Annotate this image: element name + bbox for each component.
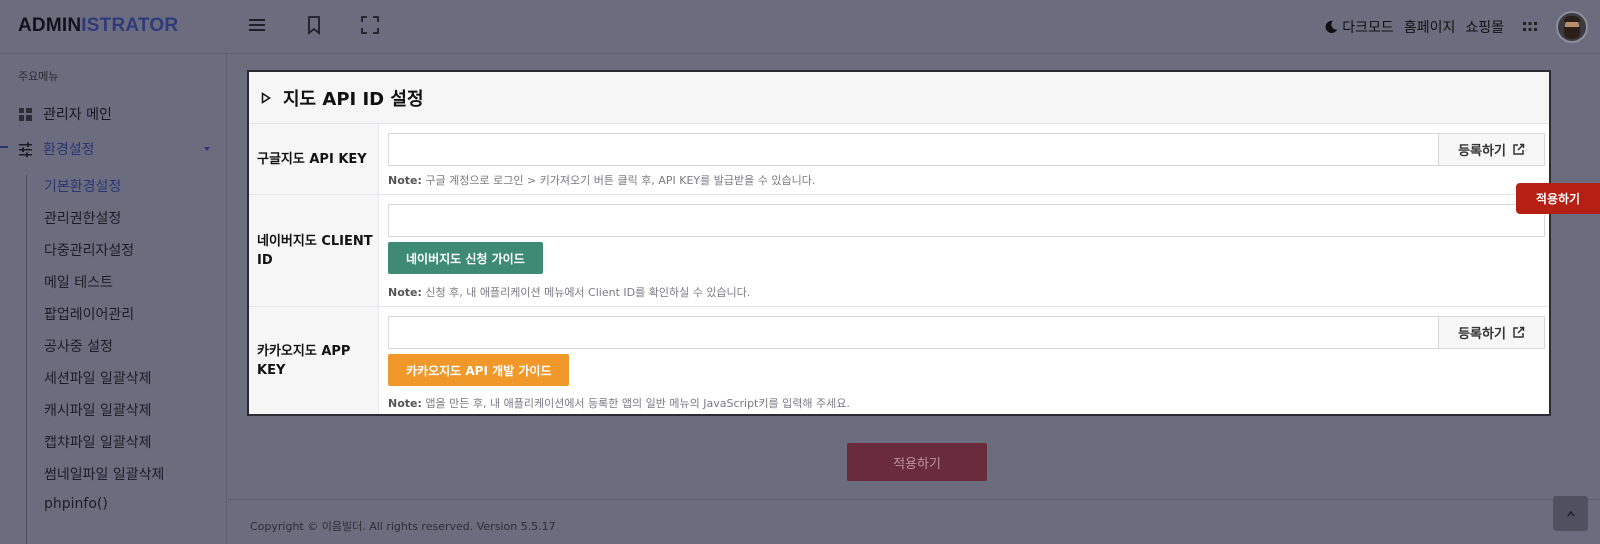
kakao-app-key-field: 등록하기: [388, 316, 1545, 349]
note-text: 구글 계정으로 로그인 > 키가져오기 버튼 클릭 후, API KEY를 발급…: [425, 174, 816, 187]
sidebar-item-admin-main[interactable]: 관리자 메인: [18, 104, 112, 124]
kakao-register-button[interactable]: 등록하기: [1438, 317, 1544, 348]
panel-header: 지도 API ID 설정: [249, 72, 1549, 124]
moon-icon: [1325, 20, 1338, 34]
submenu-item[interactable]: 캐시파일 일괄삭제: [44, 400, 152, 420]
logo-part-istrator: ISTRATOR: [81, 15, 179, 36]
submenu-item[interactable]: 공사중 설정: [44, 336, 113, 356]
kakao-guide-button[interactable]: 카카오지도 API 개발 가이드: [388, 354, 570, 386]
note-text: 앱을 만든 후, 내 애플리케이션에서 등록한 앱의 일반 메뉴의 JavaSc…: [425, 397, 850, 410]
logo-part-admin: ADMIN: [18, 15, 82, 36]
triangle-right-icon: [261, 91, 271, 104]
sidebar-item-settings[interactable]: 환경설정: [18, 139, 95, 159]
submenu-item[interactable]: 기본환경설정: [44, 176, 121, 196]
submenu-item[interactable]: phpinfo(): [44, 496, 108, 512]
apps-grid-icon[interactable]: [1522, 19, 1538, 35]
naver-client-id-field: [388, 204, 1545, 237]
note-text: 신청 후, 내 애플리케이션 메뉴에서 Client ID를 확인하실 수 있습…: [425, 286, 751, 299]
apply-button[interactable]: 적용하기: [847, 443, 987, 481]
google-note: Note: 구글 계정으로 로그인 > 키가져오기 버튼 클릭 후, API K…: [388, 172, 815, 188]
submenu-item[interactable]: 세션파일 일괄삭제: [44, 368, 152, 388]
submenu-item[interactable]: 다중관리자설정: [44, 240, 134, 260]
kakao-app-key-input[interactable]: [389, 317, 1438, 348]
note-prefix: Note:: [388, 286, 422, 299]
external-link-icon: [1513, 326, 1525, 338]
kakao-note: Note: 앱을 만든 후, 내 애플리케이션에서 등록한 앱의 일반 메뉴의 …: [388, 395, 850, 411]
note-prefix: Note:: [388, 174, 422, 187]
sidebar-item-label: 관리자 메인: [43, 107, 112, 123]
dark-mode-label: 다크모드: [1342, 20, 1394, 36]
kakao-map-row: 카카오지도 APP KEY 등록하기 카카오지도 API 개발 가이드 Note…: [249, 307, 1549, 414]
dark-mode-link[interactable]: 다크모드: [1324, 17, 1394, 37]
note-prefix: Note:: [388, 397, 422, 410]
google-api-key-input[interactable]: [389, 134, 1438, 165]
chevron-up-icon: [1566, 510, 1575, 516]
register-label: 등록하기: [1458, 327, 1506, 342]
sidebar-item-label: 환경설정: [43, 142, 95, 158]
google-register-button[interactable]: 등록하기: [1438, 134, 1544, 165]
avatar[interactable]: [1556, 11, 1588, 43]
submenu-item[interactable]: 메일 테스트: [44, 272, 113, 292]
submenu-guide-line: [26, 175, 27, 544]
bookmark-icon[interactable]: [304, 15, 328, 39]
field-label: 네이버지도 CLIENT ID: [249, 195, 379, 306]
chevron-down-icon[interactable]: [202, 144, 212, 154]
sliders-icon: [19, 142, 32, 157]
panel-title: 지도 API ID 설정: [283, 88, 424, 110]
top-header: ADMINISTRATOR 다크모드 홈페이지 쇼핑몰: [0, 0, 1600, 54]
menu-toggle-icon[interactable]: [247, 15, 271, 39]
footer: Copyright © 이음빌더. All rights reserved. V…: [228, 499, 1600, 544]
header-right-nav: 다크모드 홈페이지 쇼핑몰: [1324, 10, 1588, 44]
google-api-key-field: 등록하기: [388, 133, 1545, 166]
shop-label: 쇼핑몰: [1465, 20, 1504, 36]
register-label: 등록하기: [1458, 144, 1506, 159]
active-menu-marker: [0, 146, 8, 148]
sidebar: 주요메뉴 관리자 메인 환경설정 기본환경설정 관리권한설정 다중관리자설정 메…: [0, 54, 227, 544]
scroll-top-button[interactable]: [1553, 496, 1588, 531]
sidebar-heading: 주요메뉴: [18, 70, 59, 83]
external-link-icon: [1513, 143, 1525, 155]
fullscreen-icon[interactable]: [360, 15, 384, 39]
submenu-item[interactable]: 관리권한설정: [44, 208, 121, 228]
submenu-item[interactable]: 팝업레이어관리: [44, 304, 134, 324]
floating-apply-button[interactable]: 적용하기: [1516, 183, 1600, 214]
naver-note: Note: 신청 후, 내 애플리케이션 메뉴에서 Client ID를 확인하…: [388, 284, 750, 300]
field-label: 구글지도 API KEY: [249, 124, 379, 194]
naver-client-id-input[interactable]: [389, 205, 1544, 236]
naver-guide-button[interactable]: 네이버지도 신청 가이드: [388, 242, 543, 274]
map-api-settings-panel: 지도 API ID 설정 구글지도 API KEY 등록하기 Note: 구글 …: [247, 70, 1551, 416]
copyright-text: Copyright © 이음빌더. All rights reserved. V…: [250, 520, 556, 533]
field-label: 카카오지도 APP KEY: [249, 307, 379, 414]
submenu-item[interactable]: 캡챠파일 일괄삭제: [44, 432, 152, 452]
homepage-link[interactable]: 홈페이지: [1404, 17, 1456, 37]
grid-icon: [19, 107, 32, 121]
homepage-label: 홈페이지: [1403, 20, 1456, 36]
google-map-row: 구글지도 API KEY 등록하기 Note: 구글 계정으로 로그인 > 키가…: [249, 124, 1549, 195]
naver-map-row: 네이버지도 CLIENT ID 네이버지도 신청 가이드 Note: 신청 후,…: [249, 195, 1549, 307]
logo[interactable]: ADMINISTRATOR: [18, 15, 178, 37]
submenu-item[interactable]: 썸네일파일 일괄삭제: [44, 464, 164, 484]
shop-link[interactable]: 쇼핑몰: [1465, 17, 1504, 37]
